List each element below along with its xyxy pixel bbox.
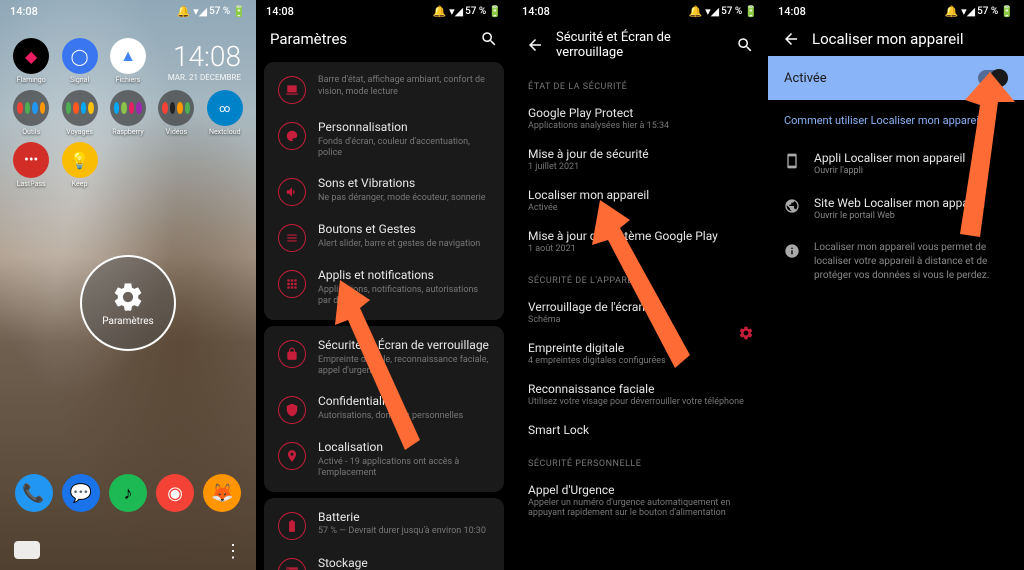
status-icons: 🔔 ▾◢ 57 % 🔋 (177, 5, 246, 18)
page-title: Localiser mon appareil (812, 30, 1010, 48)
battery-icon (278, 512, 306, 540)
gear-icon (111, 280, 145, 314)
status-bar: 14:08 🔔 ▾◢ 57 % 🔋 (0, 0, 256, 22)
display-icon (278, 76, 306, 104)
security-item[interactable]: Mise à jour du système Google Play1 août… (512, 221, 768, 262)
section-label: SÉCURITÉ DE L'APPAREIL (512, 262, 768, 292)
app-keep[interactable]: 💡Keep (56, 142, 102, 188)
dock-phone[interactable]: 📞 (15, 474, 53, 512)
app-grid: ◆Flamingo ◯Signal ▲Fichiers Outils Voyag… (0, 38, 256, 188)
apps-icon (278, 270, 306, 298)
panel-settings: 14:08 🔔 ▾◢ 57 % 🔋 Paramètres Barre d'éta… (256, 0, 512, 570)
privacy-icon (278, 396, 306, 424)
panel-home: 14:08 🔔 ▾◢ 57 % 🔋 14:08 MAR. 21 DÉCEMBRE… (0, 0, 256, 570)
search-icon[interactable] (736, 36, 754, 54)
toggle-switch[interactable] (978, 70, 1008, 86)
status-time: 14:08 (10, 5, 38, 18)
back-icon[interactable] (526, 36, 544, 54)
nav-bar: ⋮ (0, 541, 256, 562)
security-item[interactable]: Mise à jour de sécurité1 juillet 2021 (512, 139, 768, 180)
folder-videos[interactable]: Vidéos (153, 90, 199, 136)
settings-item[interactable]: Boutons et GestesAlert slider, barre et … (264, 214, 504, 260)
security-item[interactable]: Verrouillage de l'écranSchéma (512, 292, 768, 333)
dock-spotify[interactable]: ♪ (109, 474, 147, 512)
storage-icon (278, 558, 306, 570)
status-bar: 14:08 🔔 ▾◢ 57 % 🔋 (512, 0, 768, 22)
settings-item[interactable]: PersonnalisationFonds d'écran, couleur d… (264, 112, 504, 168)
panel-security: 14:08 🔔 ▾◢ 57 % 🔋 Sécurité et Écran de v… (512, 0, 768, 570)
app-lastpass[interactable]: •••LastPass (8, 142, 54, 188)
nav-home-pill[interactable] (14, 541, 40, 559)
security-item[interactable]: Reconnaissance facialeUtilisez votre vis… (512, 374, 768, 415)
settings-app-highlighted[interactable]: Paramètres (80, 255, 176, 351)
dock-messages[interactable]: 💬 (62, 474, 100, 512)
panel-find-device: 14:08 🔔 ▾◢ 57 % 🔋 Localiser mon appareil… (768, 0, 1024, 570)
globe-icon (784, 198, 800, 214)
folder-raspberry[interactable]: Raspberry (105, 90, 151, 136)
lock-icon (278, 340, 306, 368)
security-item[interactable]: Appel d'UrgenceAppeler un numéro d'urgen… (512, 475, 768, 526)
app-files[interactable]: ▲Fichiers (105, 38, 151, 84)
section-label: SÉCURITÉ PERSONNELLE (512, 445, 768, 475)
settings-item[interactable]: Sécurité et Écran de verrouillageEmprein… (264, 330, 504, 386)
buttons-icon (278, 224, 306, 252)
location-icon (278, 442, 306, 470)
enabled-toggle-row[interactable]: Activée (768, 56, 1024, 100)
security-item[interactable]: Google Play ProtectApplications analysée… (512, 98, 768, 139)
header: Localiser mon appareil (768, 22, 1024, 56)
dock: 📞 💬 ♪ ◉ 🦊 (0, 474, 256, 512)
settings-item[interactable]: Barre d'état, affichage ambiant, confort… (264, 66, 504, 112)
status-bar: 14:08 🔔 ▾◢ 57 % 🔋 (256, 0, 512, 22)
settings-item[interactable]: LocalisationActivé - 19 applications ont… (264, 432, 504, 488)
find-device-option[interactable]: Appli Localiser mon appareilOuvrir l'app… (768, 141, 1024, 186)
status-bar: 14:08 🔔 ▾◢ 57 % 🔋 (768, 0, 1024, 22)
find-device-option[interactable]: Site Web Localiser mon appareilOuvrir le… (768, 186, 1024, 231)
page-title: Paramètres (270, 30, 468, 48)
phone-icon (784, 153, 800, 169)
info-row: Localiser mon appareil vous permet de lo… (768, 231, 1024, 293)
security-item[interactable]: Smart Lock (512, 415, 768, 445)
app-signal[interactable]: ◯Signal (56, 38, 102, 84)
info-icon (784, 243, 800, 259)
settings-item[interactable]: Stockage51 % utilisés - 63,30 Go disponi… (264, 548, 504, 570)
settings-item[interactable]: Sons et VibrationsNe pas déranger, mode … (264, 168, 504, 214)
header: Sécurité et Écran de verrouillage (512, 22, 768, 68)
search-icon[interactable] (480, 30, 498, 48)
settings-item[interactable]: ConfidentialitéAutorisations, données pe… (264, 386, 504, 432)
app-flamingo[interactable]: ◆Flamingo (8, 38, 54, 84)
dock-pocketcasts[interactable]: ◉ (156, 474, 194, 512)
header: Paramètres (256, 22, 512, 56)
nav-menu-icon[interactable]: ⋮ (224, 541, 242, 562)
page-title: Sécurité et Écran de verrouillage (556, 30, 724, 60)
back-icon[interactable] (782, 30, 800, 48)
folder-voyages[interactable]: Voyages (56, 90, 102, 136)
palette-icon (278, 122, 306, 150)
toggle-label: Activée (784, 71, 827, 86)
dock-firefox[interactable]: 🦊 (203, 474, 241, 512)
folder-nextcloud[interactable]: ∞Nextcloud (202, 90, 248, 136)
section-label: ÉTAT DE LA SÉCURITÉ (512, 68, 768, 98)
security-item[interactable]: Localiser mon appareilActivée (512, 180, 768, 221)
settings-item[interactable]: Applis et notificationsApplications, not… (264, 260, 504, 316)
settings-item[interactable]: Batterie57 % — Devrait durer jusqu'à env… (264, 502, 504, 548)
help-link[interactable]: Comment utiliser Localiser mon appareil (768, 100, 1024, 141)
security-item[interactable]: Empreinte digitale4 empreintes digitales… (512, 333, 768, 374)
folder-outils[interactable]: Outils (8, 90, 54, 136)
sound-icon (278, 178, 306, 206)
